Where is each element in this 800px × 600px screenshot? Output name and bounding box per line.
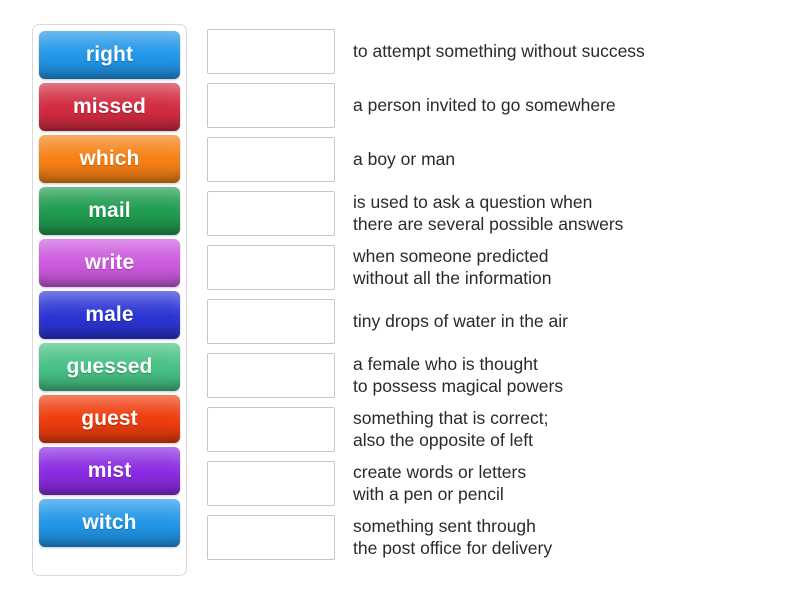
answer-row: tiny drops of water in the air [207,294,767,348]
answer-row: a person invited to go somewhere [207,78,767,132]
answer-drop-box[interactable] [207,352,335,398]
answer-drop-box[interactable] [207,136,335,182]
word-tile-missed[interactable]: missed [39,83,180,131]
word-bank-panel: right missed which mail write male guessed gues… [32,24,187,576]
answer-row: is used to ask a question when there are… [207,186,767,240]
word-tile-write[interactable]: write [39,239,180,287]
definition-list: to attempt something without success a pe… [207,24,767,564]
word-tile-mist[interactable]: mist [39,447,180,495]
answer-drop-box[interactable] [207,28,335,74]
word-tile-label: write [84,251,135,274]
word-tile-right[interactable]: right [39,31,180,79]
answer-row: something sent through the post office f… [207,510,767,564]
word-tile-label: missed [73,95,146,118]
definition-text: tiny drops of water in the air [353,311,568,331]
word-tile-label: which [79,147,140,170]
definition-text: a person invited to go somewhere [353,95,616,115]
definition-text: something that is correct; also the oppo… [353,408,549,450]
word-tile-which[interactable]: which [39,135,180,183]
word-tile-mail[interactable]: mail [39,187,180,235]
definition-text: a boy or man [353,149,456,169]
word-tile-label: mail [88,199,131,222]
answer-row: something that is correct; also the oppo… [207,402,767,456]
activity-stage: right missed which mail write male guessed gues… [0,0,800,600]
answer-row: to attempt something without success [207,24,767,78]
word-tile-male[interactable]: male [39,291,180,339]
definition-text: is used to ask a question when there are… [353,192,624,234]
definition-text: when someone predicted without all the i… [353,246,552,288]
answer-drop-box[interactable] [207,190,335,236]
answer-drop-box[interactable] [207,298,335,344]
word-tile-label: right [85,43,134,66]
answer-row: when someone predicted without all the i… [207,240,767,294]
word-tile-label: mist [87,459,132,482]
answer-drop-box[interactable] [207,244,335,290]
word-tile-label: male [85,303,134,326]
answer-drop-box[interactable] [207,514,335,560]
word-tile-label: guessed [66,355,153,378]
word-tile-guessed[interactable]: guessed [39,343,180,391]
word-tile-guest[interactable]: guest [39,395,180,443]
answer-drop-box[interactable] [207,82,335,128]
answer-row: a boy or man [207,132,767,186]
answer-row: create words or letters with a pen or pe… [207,456,767,510]
word-tile-label: guest [81,407,138,430]
definition-text: a female who is thought to possess magic… [353,354,564,396]
definition-text: something sent through the post office f… [353,516,553,558]
answer-row: a female who is thought to possess magic… [207,348,767,402]
answer-drop-box[interactable] [207,460,335,506]
definition-text: to attempt something without success [353,41,645,61]
answer-drop-box[interactable] [207,406,335,452]
definition-text: create words or letters with a pen or pe… [353,462,527,504]
word-tile-label: witch [82,511,137,534]
word-tile-witch[interactable]: witch [39,499,180,547]
